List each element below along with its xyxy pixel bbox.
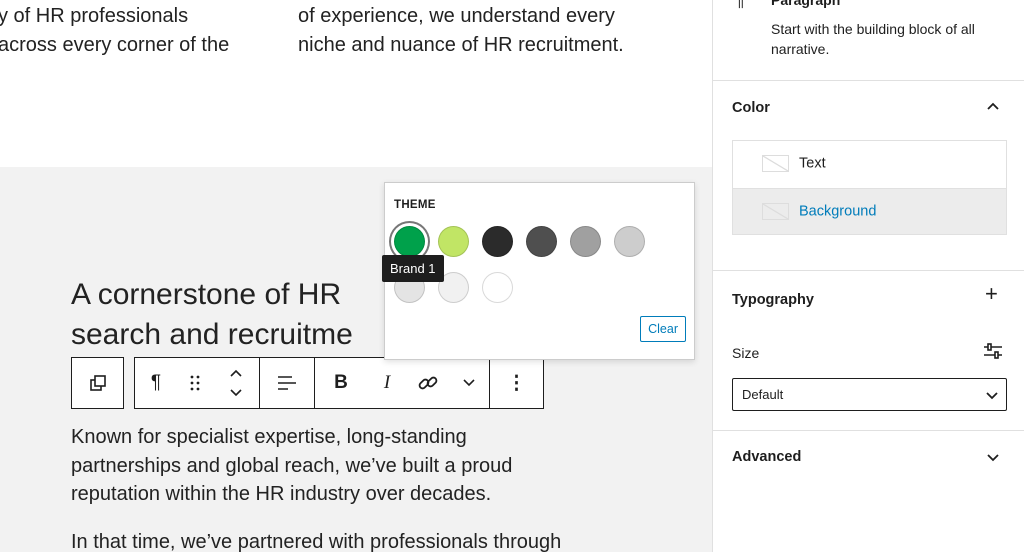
options-button[interactable]: ⋮: [495, 358, 539, 408]
text-line: reputation within the HR industry over d…: [71, 483, 492, 505]
block-group: ¶: [134, 357, 259, 409]
align-left-icon: [278, 376, 296, 390]
description-line: Start with the building block of all: [771, 21, 975, 37]
color-options: Text Background: [732, 140, 1007, 235]
no-color-indicator: [762, 203, 789, 220]
theme-label: THEME: [394, 199, 436, 211]
text-line: niche and nuance of HR recruitment.: [298, 33, 624, 56]
chevron-down-icon: [986, 392, 998, 400]
paragraph-icon: ¶: [735, 0, 745, 10]
color-swatch[interactable]: [394, 226, 425, 257]
format-group: B I: [314, 357, 489, 409]
color-picker-popover: THEME Brand 1 Clear: [382, 182, 695, 360]
color-title: Color: [732, 100, 770, 116]
move-up-down-button[interactable]: [213, 358, 259, 408]
typography-title: Typography: [732, 292, 814, 308]
drag-handle[interactable]: [177, 358, 213, 408]
block-title: Paragraph: [771, 0, 841, 8]
size-label: Size: [732, 345, 760, 361]
align-group: [259, 357, 314, 409]
link-button[interactable]: [407, 358, 449, 408]
color-panel-toggle[interactable]: Color: [713, 81, 1024, 131]
duplicate-button[interactable]: [76, 358, 120, 408]
section-heading[interactable]: A cornerstone of HR search and recruitme: [71, 275, 353, 355]
text-color-option[interactable]: Text: [733, 141, 1006, 188]
transform-group: [71, 357, 124, 409]
text-color-label: Text: [799, 155, 826, 172]
text-line: partnerships and global reach, we’ve bui…: [71, 454, 513, 477]
column-1-text[interactable]: y of HR professionals across every corne…: [0, 2, 229, 59]
color-swatch[interactable]: [482, 272, 513, 303]
background-color-label: Background: [799, 203, 877, 220]
options-group: ⋮: [489, 357, 544, 409]
text-line: of experience, we understand every: [298, 5, 615, 27]
chevron-up-icon: [987, 102, 999, 110]
divider: [713, 270, 1024, 271]
color-swatch[interactable]: [438, 226, 469, 257]
clear-button[interactable]: Clear: [640, 316, 686, 342]
chevron-down-icon: [463, 379, 475, 387]
paragraph-block-button[interactable]: ¶: [135, 358, 177, 408]
advanced-title: Advanced: [732, 449, 802, 465]
chevron-up-down-icon: [230, 369, 242, 397]
text-line: y of HR professionals: [0, 5, 189, 27]
block-toolbar: ¶ B I ⋮: [71, 357, 544, 409]
color-swatch[interactable]: [482, 226, 513, 257]
font-size-value: Default: [742, 387, 784, 402]
custom-size-icon[interactable]: [983, 342, 1003, 360]
color-swatch[interactable]: [570, 226, 601, 257]
editor-canvas: y of HR professionals across every corne…: [0, 0, 712, 552]
chevron-down-icon: [987, 454, 999, 462]
advanced-panel-toggle[interactable]: Advanced: [713, 431, 1024, 481]
bold-button[interactable]: B: [315, 358, 367, 408]
align-button[interactable]: [260, 358, 314, 408]
text-line: Known for specialist expertise, long-sta…: [71, 426, 467, 448]
description-line: narrative.: [771, 41, 830, 57]
block-description: Start with the building block of all nar…: [771, 19, 975, 59]
italic-button[interactable]: I: [367, 358, 407, 408]
tooltip: Brand 1: [382, 255, 444, 282]
typography-options-button[interactable]: +: [985, 281, 998, 307]
text-line: across every corner of the: [0, 33, 230, 56]
background-color-option[interactable]: Background: [733, 188, 1006, 234]
paragraph[interactable]: In that time, we’ve partnered with profe…: [71, 528, 561, 552]
link-icon: [418, 376, 438, 390]
color-swatch[interactable]: [614, 226, 645, 257]
settings-sidebar: ¶ Paragraph Start with the building bloc…: [712, 0, 1024, 552]
no-color-indicator: [762, 155, 789, 172]
duplicate-icon: [89, 375, 106, 391]
column-2-text[interactable]: of experience, we understand every niche…: [298, 2, 624, 59]
color-swatch[interactable]: [526, 226, 557, 257]
heading-line: search and recruitme: [71, 318, 353, 351]
drag-icon: [190, 375, 200, 391]
selected-paragraph[interactable]: Known for specialist expertise, long-sta…: [71, 423, 512, 509]
top-section: y of HR professionals across every corne…: [0, 0, 712, 167]
heading-line: A cornerstone of HR: [71, 278, 342, 311]
more-formats-button[interactable]: [449, 358, 489, 408]
font-size-select[interactable]: Default: [732, 378, 1007, 411]
